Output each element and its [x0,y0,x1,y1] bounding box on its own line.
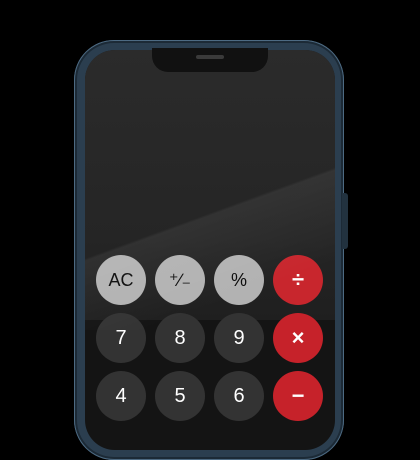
notch [152,48,268,72]
ac-button[interactable]: AC [96,255,146,305]
minus-button[interactable]: − [273,371,323,421]
digit-5-button[interactable]: 5 [155,371,205,421]
speaker-grille [196,55,224,59]
digit-7-button[interactable]: 7 [96,313,146,363]
percent-button[interactable]: % [214,255,264,305]
digit-4-button[interactable]: 4 [96,371,146,421]
digit-8-button[interactable]: 8 [155,313,205,363]
plus-minus-button[interactable]: ⁺∕₋ [155,255,205,305]
multiply-button[interactable]: × [273,313,323,363]
digit-6-button[interactable]: 6 [214,371,264,421]
divide-button[interactable]: ÷ [273,255,323,305]
side-button [342,193,348,249]
digit-9-button[interactable]: 9 [214,313,264,363]
calculator-display [100,150,320,230]
